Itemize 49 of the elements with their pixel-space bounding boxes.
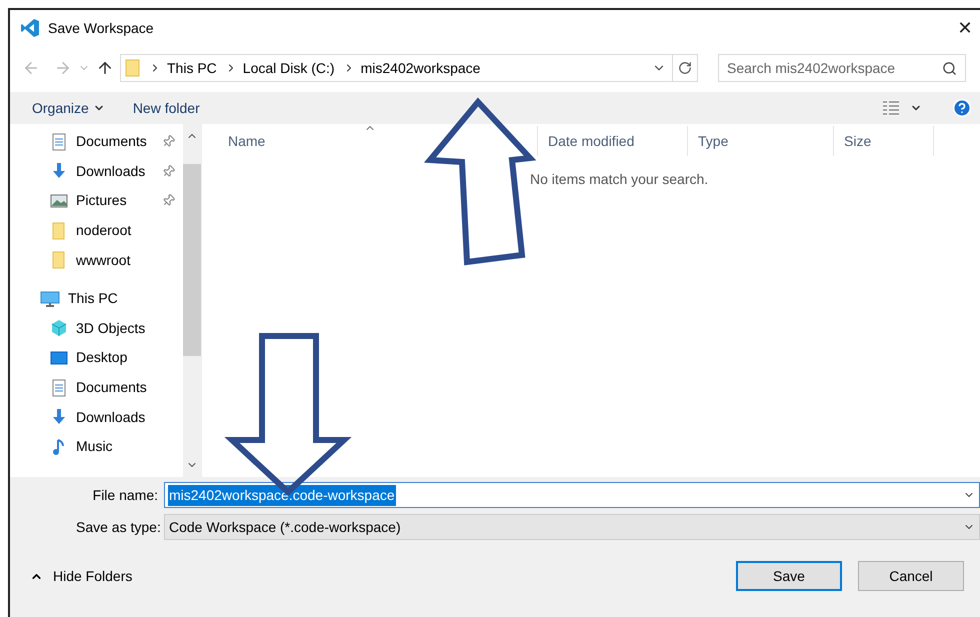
- document-icon: [50, 378, 68, 397]
- scroll-thumb[interactable]: [183, 164, 201, 356]
- search-field[interactable]: Search mis2402workspace: [718, 54, 966, 82]
- breadcrumb[interactable]: This PC: [167, 58, 217, 78]
- app-logo-icon: [20, 18, 40, 38]
- refresh-icon[interactable]: [678, 61, 692, 75]
- close-button[interactable]: ✕: [950, 13, 980, 43]
- dialog-button[interactable]: Save: [736, 561, 842, 591]
- nav-item[interactable]: Documents: [10, 127, 183, 157]
- column-header[interactable]: Type: [688, 126, 834, 156]
- nav-item[interactable]: wwwroot: [10, 245, 183, 275]
- nav-item[interactable]: Desktop: [10, 343, 183, 373]
- file-name-value: mis2402workspace.code-workspace: [168, 484, 396, 506]
- nav-item[interactable]: noderoot: [10, 216, 183, 246]
- document-icon: [50, 132, 68, 151]
- search-input[interactable]: Search mis2402workspace: [727, 58, 942, 78]
- column-header[interactable]: Name: [218, 126, 538, 156]
- nav-item[interactable]: Pictures: [10, 186, 183, 216]
- file-name-field[interactable]: mis2402workspace.code-workspace: [164, 482, 980, 508]
- picture-icon: [50, 192, 68, 210]
- download-arrow-icon: [50, 162, 68, 180]
- nav-item[interactable]: Downloads: [10, 402, 183, 432]
- column-header[interactable]: Date modified: [538, 126, 688, 156]
- monitor-icon: [50, 348, 68, 367]
- empty-message: No items match your search.: [530, 171, 708, 187]
- nav-item[interactable]: This PC: [10, 284, 183, 314]
- hide-folders-button[interactable]: Hide Folders: [30, 566, 132, 586]
- view-options-icon[interactable]: [882, 100, 900, 116]
- toolbar-button[interactable]: Organize: [32, 98, 105, 118]
- nav-item[interactable]: 3D Objects: [10, 314, 183, 344]
- dialog-button[interactable]: Cancel: [858, 561, 964, 591]
- address-bar[interactable]: This PC Local Disk (C:) mis2402workspace: [120, 54, 698, 82]
- toolbar-button[interactable]: New folder: [132, 98, 200, 118]
- field-label: Save as type:: [76, 518, 158, 537]
- field-label: File name:: [92, 486, 158, 504]
- computer-icon: [40, 290, 60, 308]
- nav-item[interactable]: Downloads: [10, 156, 183, 186]
- breadcrumb[interactable]: mis2402workspace: [360, 58, 480, 78]
- nav-item[interactable]: Documents: [10, 372, 183, 402]
- cube-icon: [50, 319, 68, 338]
- help-icon[interactable]: [952, 98, 972, 118]
- window-title: Save Workspace: [48, 18, 155, 38]
- nav-item[interactable]: Music: [10, 432, 183, 462]
- folder-icon: [125, 59, 141, 77]
- breadcrumb[interactable]: Local Disk (C:): [242, 58, 335, 78]
- download-arrow-icon: [50, 408, 68, 426]
- search-icon: [942, 60, 957, 76]
- file-type-dropdown[interactable]: Code Workspace (*.code-workspace): [164, 514, 980, 540]
- column-header[interactable]: Size: [834, 126, 934, 156]
